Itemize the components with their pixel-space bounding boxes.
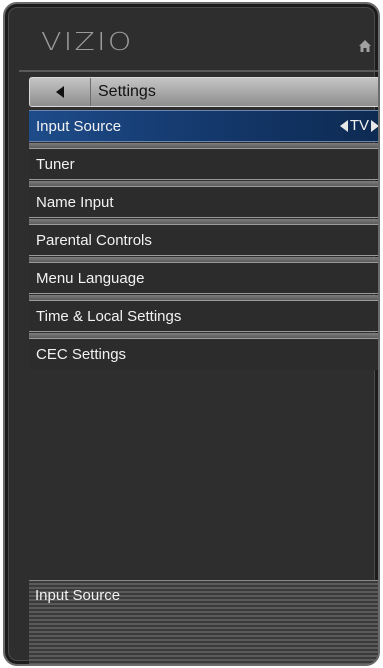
- menu-item-name-input[interactable]: Name Input: [29, 181, 378, 218]
- menu-item-label: Time & Local Settings: [36, 308, 182, 325]
- menu-item-label: Tuner: [36, 156, 75, 173]
- arrow-left-icon[interactable]: [339, 119, 348, 132]
- help-footer: Input Source: [29, 580, 378, 664]
- back-arrow-icon: [56, 86, 64, 98]
- menu-item-cec-settings[interactable]: CEC Settings: [29, 333, 378, 370]
- menu-item-input-source[interactable]: Input Source TV: [29, 110, 379, 142]
- input-source-value: TV: [349, 117, 369, 134]
- menu-item-label: Name Input: [36, 194, 114, 211]
- menu-title: Settings: [98, 83, 156, 100]
- arrow-right-icon[interactable]: [371, 119, 379, 132]
- menu-item-menu-language[interactable]: Menu Language: [29, 257, 378, 294]
- input-source-selector[interactable]: TV: [339, 117, 379, 134]
- menu-item-label: Input Source: [36, 118, 122, 135]
- menu-item-label: Parental Controls: [36, 232, 152, 249]
- settings-panel: VIZIO Settings Input Source TV Tuner Nam…: [3, 2, 380, 666]
- divider: [19, 70, 378, 72]
- menu-item-tuner[interactable]: Tuner: [29, 143, 378, 180]
- menu-item-label: CEC Settings: [36, 346, 127, 363]
- back-button[interactable]: [30, 78, 91, 106]
- vizio-logo: VIZIO: [41, 28, 134, 57]
- menu-header: Settings: [29, 77, 378, 107]
- menu-item-time-local-settings[interactable]: Time & Local Settings: [29, 295, 378, 332]
- settings-menu: Input Source TV Tuner Name Input Parenta…: [29, 110, 379, 376]
- menu-item-label: Menu Language: [36, 270, 145, 287]
- help-text: Input Source: [35, 587, 121, 604]
- menu-item-parental-controls[interactable]: Parental Controls: [29, 219, 378, 256]
- home-icon[interactable]: [358, 39, 372, 53]
